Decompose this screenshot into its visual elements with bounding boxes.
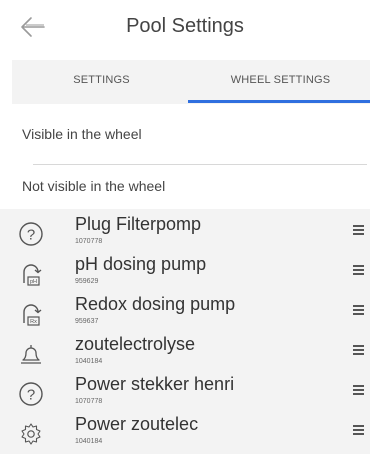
tab-wheel-settings[interactable]: WHEEL SETTINGS: [191, 60, 370, 104]
svg-text:Rx: Rx: [30, 319, 37, 325]
drag-handle-icon[interactable]: [353, 265, 365, 277]
rx-pump-icon: Rx: [23, 304, 42, 326]
item-id: 959629: [75, 278, 99, 285]
item-id: 1040184: [75, 358, 103, 365]
tab-bar: SETTINGS WHEEL SETTINGS: [12, 60, 370, 104]
drag-handle-icon[interactable]: [353, 305, 365, 317]
item-name: Plug Filterpomp: [75, 214, 202, 234]
list-item[interactable]: Power zoutelec 1040184: [0, 413, 370, 453]
item-name: Power zoutelec: [75, 414, 199, 434]
list-item[interactable]: ? Plug Filterpomp 1070778: [0, 213, 370, 253]
drag-handle-icon[interactable]: [353, 425, 365, 437]
list-item[interactable]: zoutelectrolyse 1040184: [0, 333, 370, 373]
drag-handle-icon[interactable]: [353, 225, 365, 237]
gear-icon: [21, 423, 41, 445]
item-id: 1040184: [75, 438, 103, 445]
drag-handle-icon[interactable]: [353, 385, 365, 397]
svg-text:pH: pH: [30, 279, 37, 285]
item-id: 959637: [75, 318, 99, 325]
tab-settings[interactable]: SETTINGS: [12, 60, 191, 104]
drag-handle-icon[interactable]: [353, 345, 365, 357]
active-tab-indicator: [188, 100, 370, 103]
bell-icon: [21, 345, 41, 364]
item-name: Redox dosing pump: [75, 294, 236, 314]
visible-section-label: Visible in the wheel: [22, 126, 142, 142]
item-id: 1070778: [75, 238, 103, 245]
ph-pump-icon: pH: [23, 264, 42, 286]
not-visible-section-label: Not visible in the wheel: [22, 178, 166, 194]
list-item[interactable]: pH pH dosing pump 959629: [0, 253, 370, 293]
item-name: Power stekker henri: [75, 374, 235, 394]
page-title: Pool Settings: [126, 15, 244, 37]
list-item[interactable]: ? Power stekker henri 1070778: [0, 373, 370, 413]
item-name: pH dosing pump: [75, 254, 207, 274]
not-visible-item-list: ? Plug Filterpomp 1070778 pH pH dosing p…: [0, 209, 370, 454]
question-icon: ?: [19, 222, 43, 246]
section-divider: [33, 164, 367, 165]
app-header: Pool Settings: [0, 0, 370, 56]
item-name: zoutelectrolyse: [75, 334, 196, 354]
item-id: 1070778: [75, 398, 103, 405]
svg-text:?: ?: [27, 227, 35, 244]
svg-text:?: ?: [27, 387, 35, 404]
list-item[interactable]: Rx Redox dosing pump 959637: [0, 293, 370, 333]
question-icon: ?: [19, 382, 43, 406]
